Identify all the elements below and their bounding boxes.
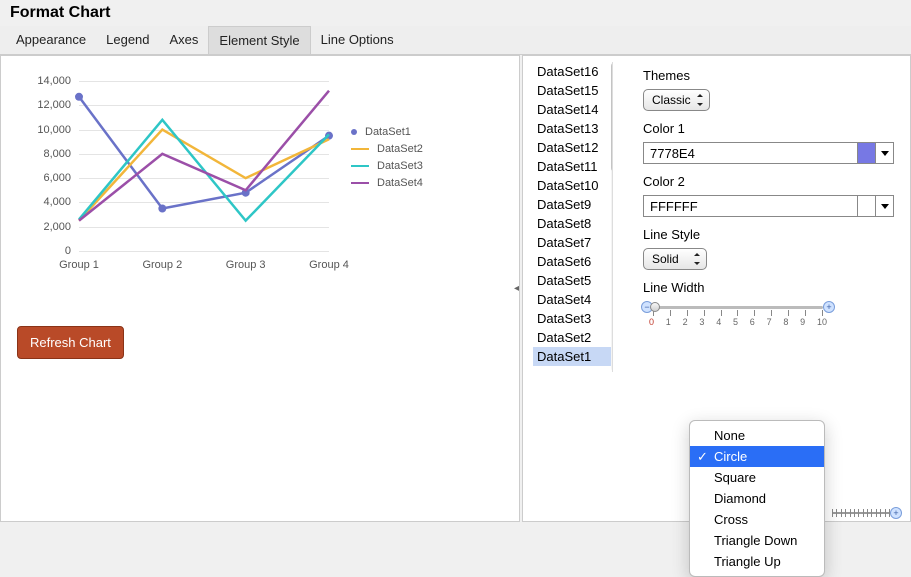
marker-option-cross[interactable]: Cross — [690, 509, 824, 530]
chart-legend: DataSet1 DataSet2 DataSet3 DataSet4 — [351, 121, 423, 194]
tab-legend[interactable]: Legend — [96, 26, 159, 54]
y-tick-label: 4,000 — [21, 196, 71, 208]
tab-bar: AppearanceLegendAxesElement StyleLine Op… — [0, 26, 911, 54]
dataset-item[interactable]: DataSet9 — [533, 195, 612, 214]
y-tick-label: 0 — [21, 245, 71, 257]
dataset-item[interactable]: DataSet13 — [533, 119, 612, 138]
marker-option-triangle-down[interactable]: Triangle Down — [690, 530, 824, 551]
marker-option-square[interactable]: Square — [690, 467, 824, 488]
element-style-panel: DataSet16DataSet15DataSet14DataSet13Data… — [522, 55, 911, 522]
marker-option-triangle-up[interactable]: Triangle Up — [690, 551, 824, 572]
linestyle-label: Line Style — [643, 227, 894, 242]
panel-resize-handle[interactable] — [516, 277, 522, 301]
color2-input[interactable] — [643, 195, 858, 217]
dataset-item[interactable]: DataSet1 — [533, 347, 612, 366]
tab-appearance[interactable]: Appearance — [6, 26, 96, 54]
y-tick-label: 6,000 — [21, 172, 71, 184]
x-tick-label: Group 3 — [215, 259, 277, 271]
y-tick-label: 14,000 — [21, 75, 71, 87]
refresh-chart-button[interactable]: Refresh Chart — [17, 326, 124, 359]
dataset-item[interactable]: DataSet7 — [533, 233, 612, 252]
linewidth-slider[interactable]: − 012345678910 + — [643, 301, 833, 341]
chart-preview-panel: 02,0004,0006,0008,00010,00012,00014,000 … — [0, 55, 520, 522]
dataset-item[interactable]: DataSet8 — [533, 214, 612, 233]
marker-option-none[interactable]: None — [690, 425, 824, 446]
color2-dropdown[interactable] — [876, 195, 894, 217]
scrollbar-thumb[interactable] — [611, 62, 613, 172]
color1-dropdown[interactable] — [876, 142, 894, 164]
y-tick-label: 10,000 — [21, 124, 71, 136]
legend-item: DataSet3 — [351, 160, 423, 172]
linestyle-select[interactable]: Solid — [643, 248, 707, 270]
dataset-item[interactable]: DataSet5 — [533, 271, 612, 290]
dataset-item[interactable]: DataSet10 — [533, 176, 612, 195]
x-tick-label: Group 2 — [131, 259, 193, 271]
dataset-item[interactable]: DataSet12 — [533, 138, 612, 157]
dataset-item[interactable]: DataSet3 — [533, 309, 612, 328]
legend-item: DataSet4 — [351, 177, 423, 189]
color1-swatch — [858, 142, 876, 164]
x-tick-label: Group 4 — [298, 259, 360, 271]
tab-axes[interactable]: Axes — [160, 26, 209, 54]
y-tick-label: 12,000 — [21, 99, 71, 111]
legend-item: DataSet2 — [351, 143, 423, 155]
color1-input[interactable] — [643, 142, 858, 164]
slider-increment-icon[interactable]: + — [890, 507, 902, 519]
x-tick-label: Group 1 — [48, 259, 110, 271]
dataset-item[interactable]: DataSet11 — [533, 157, 612, 176]
slider-thumb[interactable] — [650, 302, 660, 312]
themes-label: Themes — [643, 68, 894, 83]
tab-line-options[interactable]: Line Options — [311, 26, 404, 54]
page-title: Format Chart — [0, 0, 911, 26]
linewidth-label: Line Width — [643, 280, 894, 295]
y-tick-label: 2,000 — [21, 221, 71, 233]
themes-select[interactable]: Classic — [643, 89, 710, 111]
chart: 02,0004,0006,0008,00010,00012,00014,000 … — [21, 71, 471, 271]
marker-option-circle[interactable]: Circle — [690, 446, 824, 467]
marker-style-popup: NoneCircleSquareDiamondCrossTriangle Dow… — [689, 420, 825, 577]
dataset-item[interactable]: DataSet15 — [533, 81, 612, 100]
color1-label: Color 1 — [643, 121, 894, 136]
tab-element-style[interactable]: Element Style — [208, 26, 310, 54]
slider-increment-icon[interactable]: + — [823, 301, 835, 313]
dataset-item[interactable]: DataSet4 — [533, 290, 612, 309]
dataset-item[interactable]: DataSet16 — [533, 62, 612, 81]
dataset-item[interactable]: DataSet14 — [533, 100, 612, 119]
dataset-item[interactable]: DataSet2 — [533, 328, 612, 347]
dataset-item[interactable]: DataSet6 — [533, 252, 612, 271]
y-tick-label: 8,000 — [21, 148, 71, 160]
plot-area — [79, 81, 329, 251]
dataset-list[interactable]: DataSet16DataSet15DataSet14DataSet13Data… — [533, 62, 613, 372]
secondary-slider[interactable]: + — [826, 506, 896, 520]
legend-item: DataSet1 — [351, 126, 423, 138]
color2-swatch — [858, 195, 876, 217]
marker-option-diamond[interactable]: Diamond — [690, 488, 824, 509]
color2-label: Color 2 — [643, 174, 894, 189]
dataset-scrollbar[interactable] — [611, 62, 613, 372]
